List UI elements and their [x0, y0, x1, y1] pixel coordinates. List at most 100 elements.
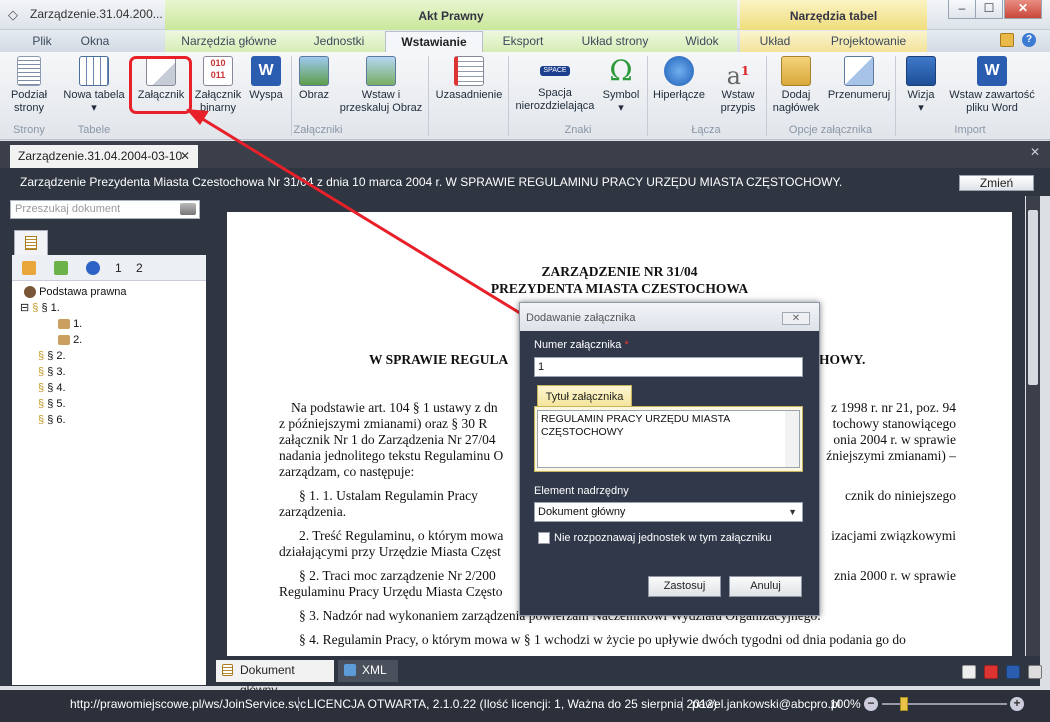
- document-line-end: izacjami związkowymi: [831, 528, 956, 543]
- podzial-strony-button[interactable]: Podział strony: [6, 54, 52, 120]
- tab-eksport[interactable]: Eksport: [483, 31, 563, 52]
- expand-icon[interactable]: [22, 261, 36, 275]
- refresh-icon[interactable]: [86, 261, 100, 275]
- tree-node[interactable]: § § 6.: [38, 412, 66, 428]
- minimize-button[interactable]: –: [948, 0, 976, 19]
- wstaw-przypis-button[interactable]: a1 Wstaw przypis: [715, 54, 761, 120]
- eraser-icon[interactable]: [180, 203, 196, 215]
- anuluj-button[interactable]: Anuluj: [729, 576, 802, 597]
- vision-icon: [906, 56, 936, 86]
- element-nadrzedny-select[interactable]: Dokument główny ▼: [534, 502, 803, 522]
- tree-node[interactable]: § § 3.: [38, 364, 66, 380]
- tree-tab[interactable]: [14, 230, 48, 256]
- group-zalaczniki: Załączniki: [293, 124, 343, 136]
- image-icon: [299, 56, 329, 86]
- document-info-bar: Zarządzenie Prezydenta Miasta Czestochow…: [0, 168, 1050, 196]
- settings-icon[interactable]: [1000, 33, 1014, 47]
- uzasadnienie-button[interactable]: Uzasadnienie: [434, 54, 504, 120]
- level-2-button[interactable]: 2: [136, 261, 143, 275]
- tab-plik[interactable]: Plik: [22, 34, 62, 52]
- document-tab[interactable]: Zarządzenie.31.04.2004-03-10 ✕: [10, 145, 198, 168]
- zoom-slider-handle[interactable]: [900, 697, 908, 711]
- paragraph-icon: §: [38, 398, 45, 410]
- document-line-end: źniejszymi zmianami) –: [826, 448, 956, 463]
- page-break-icon: [17, 56, 41, 86]
- tab-projektowanie[interactable]: Projektowanie: [810, 31, 927, 52]
- binary-file-icon: 010 011: [203, 56, 233, 86]
- tree-toolbar: 1 2: [12, 255, 206, 281]
- tab-dokument-glowny[interactable]: Dokument główny: [216, 660, 334, 697]
- tab-narzedzia-glowne[interactable]: Narzędzia główne: [165, 31, 293, 52]
- close-tab-icon[interactable]: ✕: [180, 145, 190, 167]
- item-icon: [58, 335, 70, 346]
- paragraph-icon: §: [38, 382, 45, 394]
- tree-node[interactable]: § § 5.: [38, 396, 66, 412]
- scroll-thumb[interactable]: [1028, 210, 1038, 385]
- export-pdf-icon[interactable]: [984, 665, 998, 679]
- textarea-scrollbar[interactable]: [785, 411, 799, 467]
- obraz-button[interactable]: Obraz: [296, 54, 332, 120]
- document-line: § 1. 1. Ustalam Regulamin Pracy: [299, 488, 478, 503]
- tree-node[interactable]: § § 4.: [38, 380, 66, 396]
- tytul-zalacznika-textarea[interactable]: REGULAMIN PRACY URZĘDU MIASTA CZĘSTOCHOW…: [537, 410, 800, 468]
- wizja-button[interactable]: Wizja ▾: [899, 54, 943, 120]
- tab-widok[interactable]: Widok: [667, 31, 737, 52]
- export-doc-icon[interactable]: [962, 665, 976, 679]
- tab-uklad-strony[interactable]: Układ strony: [563, 31, 667, 52]
- group-opcje-zalacznika: Opcje załącznika: [788, 124, 873, 136]
- dialog-title: Dodawanie załącznika: [520, 303, 819, 331]
- hiperlacze-button[interactable]: Hiperłącze: [651, 54, 707, 120]
- document-line: z późniejszymi zmianami) oraz § 30 R: [279, 416, 488, 431]
- paragraph-icon: §: [38, 366, 45, 378]
- tab-okna[interactable]: Okna: [70, 34, 120, 52]
- nie-rozpoznawaj-checkbox[interactable]: [538, 532, 550, 544]
- spacja-nierozdzielajaca-button[interactable]: SPACE Spacja nierozdzielająca: [512, 54, 598, 120]
- context-narzedzia-tabel: Narzędzia tabel: [740, 0, 927, 30]
- close-window-button[interactable]: ✕: [1004, 0, 1042, 19]
- przenumeruj-button[interactable]: Przenumeruj: [826, 54, 892, 120]
- tree-node[interactable]: 1.: [58, 316, 82, 332]
- add-header-icon: [781, 56, 811, 86]
- search-input[interactable]: Przeszukaj dokument: [10, 200, 200, 219]
- wstaw-zawartosc-word-button[interactable]: W Wstaw zawartość pliku Word: [946, 54, 1038, 120]
- document-line: zarządzenia.: [279, 504, 347, 519]
- collapse-icon[interactable]: [54, 261, 68, 275]
- zalacznik-binarny-button[interactable]: 010 011 Załącznik binarny: [192, 54, 244, 120]
- help-icon[interactable]: ?: [1022, 33, 1036, 47]
- paragraph-icon: §: [32, 302, 39, 314]
- tab-jednostki[interactable]: Jednostki: [293, 31, 385, 52]
- level-1-button[interactable]: 1: [115, 261, 122, 275]
- zoom-in-button[interactable]: +: [1010, 697, 1024, 711]
- document-line-end: onia 2004 r. w sprawie: [833, 432, 956, 447]
- dodaj-naglowek-button[interactable]: Dodaj nagłówek: [768, 54, 824, 120]
- document-icon: [222, 664, 233, 676]
- tab-uklad[interactable]: Układ: [740, 31, 810, 52]
- wyspa-button[interactable]: W Wyspa: [246, 54, 286, 120]
- dialog-close-button[interactable]: ✕: [782, 312, 810, 325]
- nowa-tabela-button[interactable]: Nowa tabela ▾: [58, 54, 130, 120]
- tab-xml[interactable]: XML: [338, 660, 398, 682]
- tree-node[interactable]: 2.: [58, 332, 82, 348]
- tree-node[interactable]: Podstawa prawna: [24, 284, 127, 300]
- document-line-end: znia 2000 r. w sprawie: [834, 568, 956, 583]
- wstaw-przeskaluj-obraz-button[interactable]: Wstaw i przeskaluj Obraz: [338, 54, 424, 120]
- tytul-zalacznika-tab[interactable]: Tytuł załącznika: [537, 385, 632, 407]
- symbol-button[interactable]: Ω Symbol ▾: [600, 54, 642, 120]
- tree-nodes: Podstawa prawna ⊟ § § 1. 1. 2. § § 2. § …: [16, 284, 202, 426]
- tab-wstawianie[interactable]: Wstawianie: [385, 31, 483, 53]
- zmien-button[interactable]: Zmień: [959, 175, 1034, 191]
- app-icon[interactable]: ◇: [8, 8, 22, 22]
- export-word-icon[interactable]: [1006, 665, 1020, 679]
- zoom-out-button[interactable]: −: [864, 697, 878, 711]
- globe-icon: [24, 286, 36, 299]
- maximize-button[interactable]: ☐: [975, 0, 1003, 19]
- numer-zalacznika-input[interactable]: 1: [534, 357, 803, 377]
- zoom-level: 100%: [830, 697, 861, 711]
- zastosuj-button[interactable]: Zastosuj: [648, 576, 721, 597]
- status-bar: http://prawomiejscowe.pl/ws/JoinService.…: [0, 690, 1050, 722]
- tree-node[interactable]: ⊟ § § 1.: [20, 300, 60, 316]
- close-panel-icon[interactable]: ✕: [1030, 145, 1040, 159]
- paragraph-icon: §: [38, 414, 45, 426]
- print-icon[interactable]: [1028, 665, 1042, 679]
- tree-node[interactable]: § § 2.: [38, 348, 66, 364]
